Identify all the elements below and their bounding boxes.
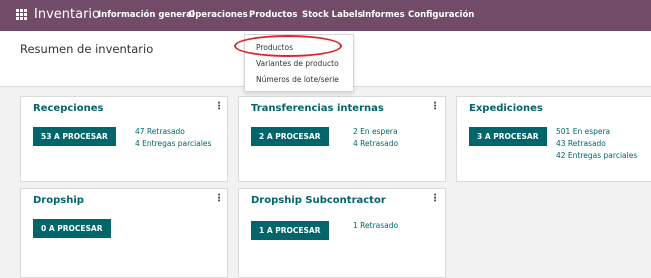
- process-button[interactable]: 3 A PROCESAR: [469, 127, 547, 146]
- menu-stock-labels[interactable]: Stock Labels: [302, 10, 363, 20]
- dropdown-item-numeros-de-lote-serie[interactable]: Números de lote/serie: [256, 75, 339, 84]
- menu-informacion-general[interactable]: Información general: [98, 10, 195, 20]
- productos-dropdown-menu: Productos Variantes de producto Números …: [244, 34, 354, 92]
- process-button[interactable]: 0 A PROCESAR: [33, 219, 111, 238]
- stat-link[interactable]: 4 Entregas parciales: [135, 139, 211, 148]
- menu-configuracion[interactable]: Configuración: [408, 10, 474, 20]
- card-expediciones: Expediciones ⋮ 3 A PROCESAR 501 En esper…: [456, 96, 651, 182]
- stat-link[interactable]: 42 Entregas parciales: [556, 151, 637, 160]
- menu-productos[interactable]: Productos: [249, 10, 297, 20]
- card-dropship: Dropship ⋮ 0 A PROCESAR: [20, 188, 228, 278]
- stat-link[interactable]: 1 Retrasado: [353, 221, 398, 230]
- stat-link[interactable]: 47 Retrasado: [135, 127, 185, 136]
- dropdown-item-variantes-de-producto[interactable]: Variantes de producto: [256, 59, 339, 68]
- dropdown-item-productos[interactable]: Productos: [256, 43, 293, 52]
- process-button[interactable]: 2 A PROCESAR: [251, 127, 329, 146]
- kebab-menu-icon[interactable]: ⋮: [214, 101, 224, 113]
- stat-link[interactable]: 4 Retrasado: [353, 139, 398, 148]
- app-title[interactable]: Inventario: [34, 7, 100, 22]
- process-button[interactable]: 1 A PROCESAR: [251, 221, 329, 240]
- card-title[interactable]: Transferencias internas: [251, 103, 384, 114]
- apps-grid-icon[interactable]: [16, 9, 27, 20]
- card-recepciones: Recepciones ⋮ 53 A PROCESAR 47 Retrasado…: [20, 96, 228, 182]
- card-title[interactable]: Dropship: [33, 195, 84, 206]
- stat-link[interactable]: 43 Retrasado: [556, 139, 606, 148]
- card-transferencias-internas: Transferencias internas ⋮ 2 A PROCESAR 2…: [238, 96, 446, 182]
- menu-operaciones[interactable]: Operaciones: [188, 10, 248, 20]
- stat-link[interactable]: 2 En espera: [353, 127, 398, 136]
- card-dropship-subcontractor: Dropship Subcontractor ⋮ 1 A PROCESAR 1 …: [238, 188, 446, 278]
- card-title[interactable]: Dropship Subcontractor: [251, 195, 386, 206]
- card-title[interactable]: Expediciones: [469, 103, 543, 114]
- card-title[interactable]: Recepciones: [33, 103, 103, 114]
- top-navbar: Inventario Información general Operacion…: [0, 0, 651, 31]
- kebab-menu-icon[interactable]: ⋮: [647, 101, 651, 113]
- page-title: Resumen de inventario: [20, 42, 154, 56]
- kebab-menu-icon[interactable]: ⋮: [430, 193, 440, 205]
- menu-informes[interactable]: Informes: [362, 10, 405, 20]
- kebab-menu-icon[interactable]: ⋮: [214, 193, 224, 205]
- stat-link[interactable]: 501 En espera: [556, 127, 610, 136]
- process-button[interactable]: 53 A PROCESAR: [33, 127, 116, 146]
- kebab-menu-icon[interactable]: ⋮: [430, 101, 440, 113]
